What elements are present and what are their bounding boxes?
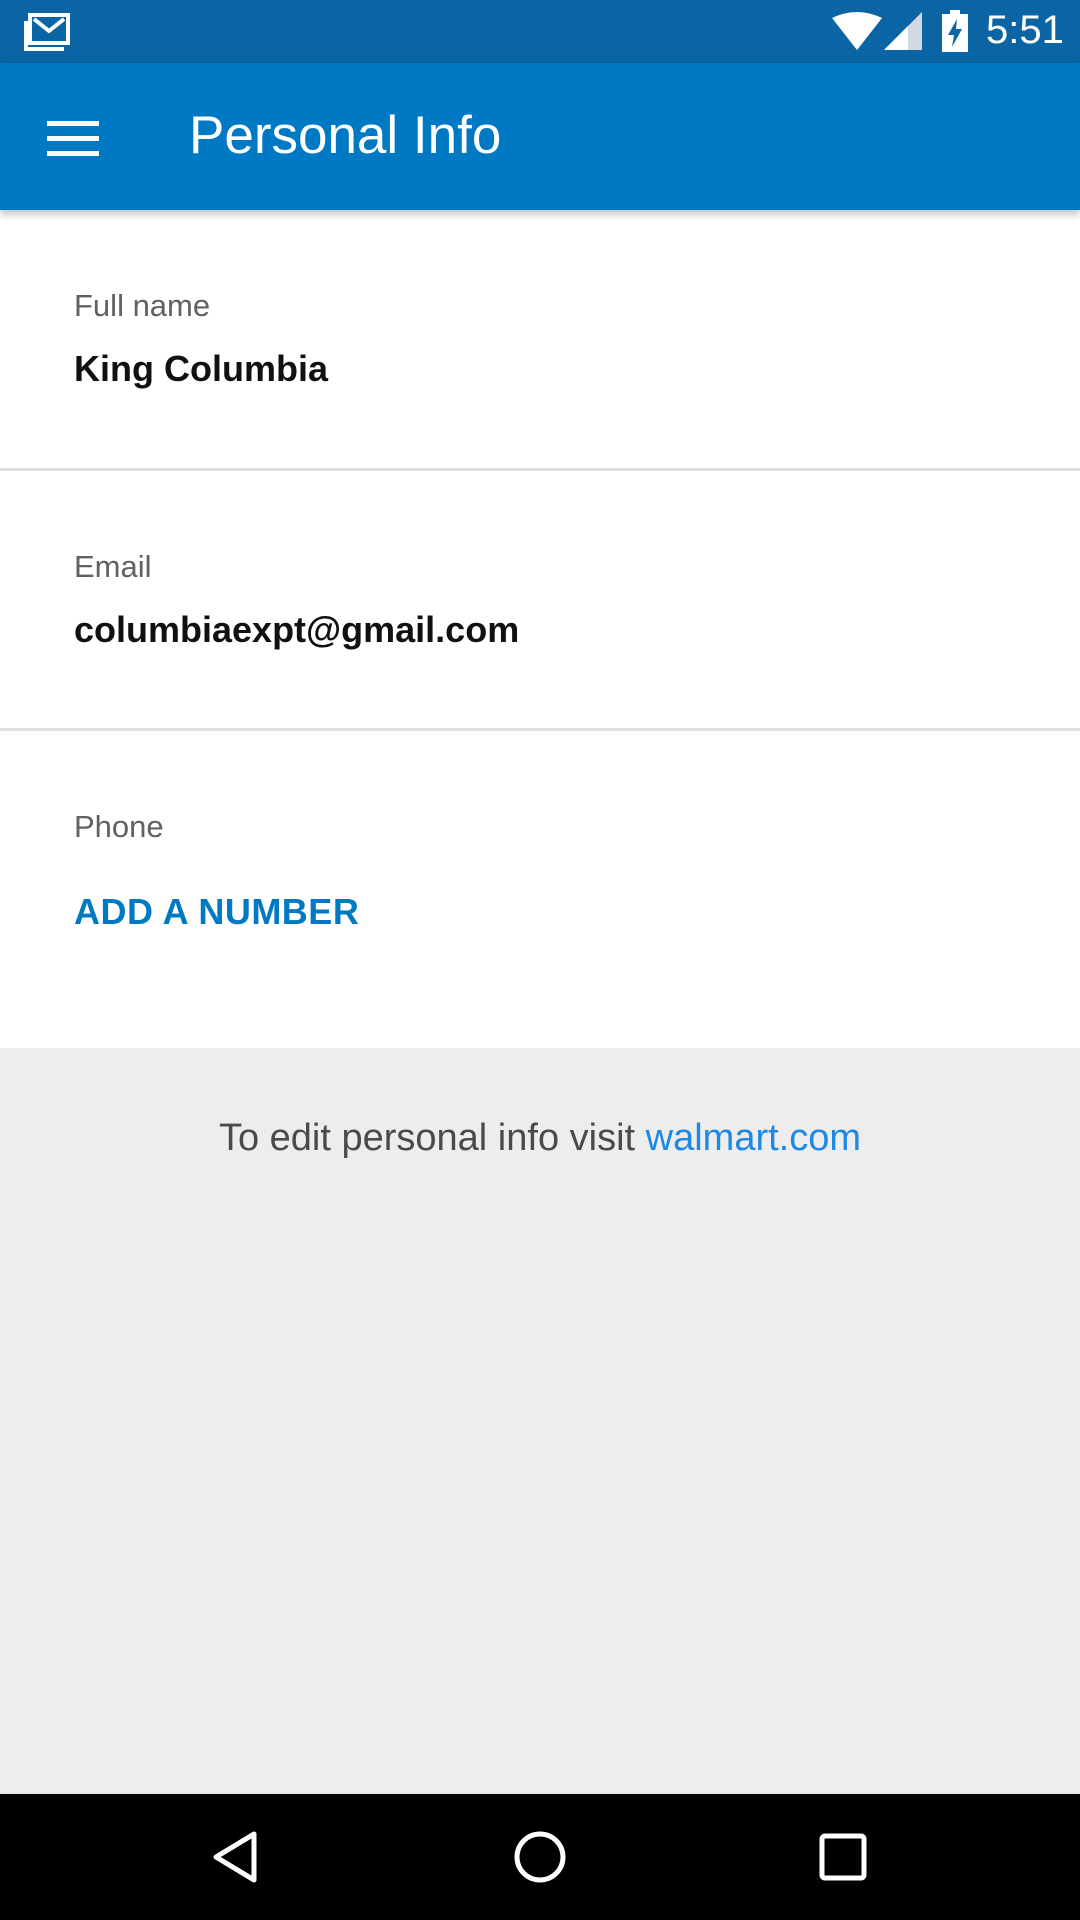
- email-section: Email columbiaexpt@gmail.com: [0, 471, 1080, 728]
- status-clock: 5:51: [986, 8, 1064, 52]
- phone-section: Phone ADD A NUMBER: [0, 731, 1080, 1048]
- full-name-value: King Columbia: [74, 348, 328, 389]
- recents-icon[interactable]: [808, 1822, 878, 1892]
- signal-icon: [884, 12, 922, 50]
- status-bar: 5:51: [0, 0, 1080, 63]
- system-nav-bar: [0, 1794, 1080, 1920]
- email-value: columbiaexpt@gmail.com: [74, 609, 520, 650]
- full-name-label: Full name: [74, 288, 211, 323]
- edit-info-text: To edit personal info visit: [218, 1117, 646, 1159]
- back-icon[interactable]: [200, 1822, 270, 1892]
- home-icon[interactable]: [505, 1822, 575, 1892]
- menu-button[interactable]: [30, 103, 116, 173]
- hamburger-menu-icon: [47, 121, 99, 156]
- battery-charging-icon: [942, 10, 968, 52]
- full-name-section: Full name King Columbia: [0, 210, 1080, 468]
- app-bar: Personal Info: [0, 63, 1080, 210]
- gmail-notification-icon: [24, 13, 70, 51]
- personal-info-content: Full name King Columbia Email columbiaex…: [0, 210, 1080, 1048]
- email-label: Email: [74, 549, 152, 584]
- page-title: Personal Info: [189, 106, 502, 165]
- phone-label: Phone: [74, 809, 164, 844]
- walmart-link[interactable]: walmart.com: [646, 1117, 861, 1159]
- edit-info-note: To edit personal info visit walmart.com: [0, 1117, 1080, 1160]
- add-number-button[interactable]: ADD A NUMBER: [74, 891, 359, 933]
- wifi-icon: [832, 12, 882, 50]
